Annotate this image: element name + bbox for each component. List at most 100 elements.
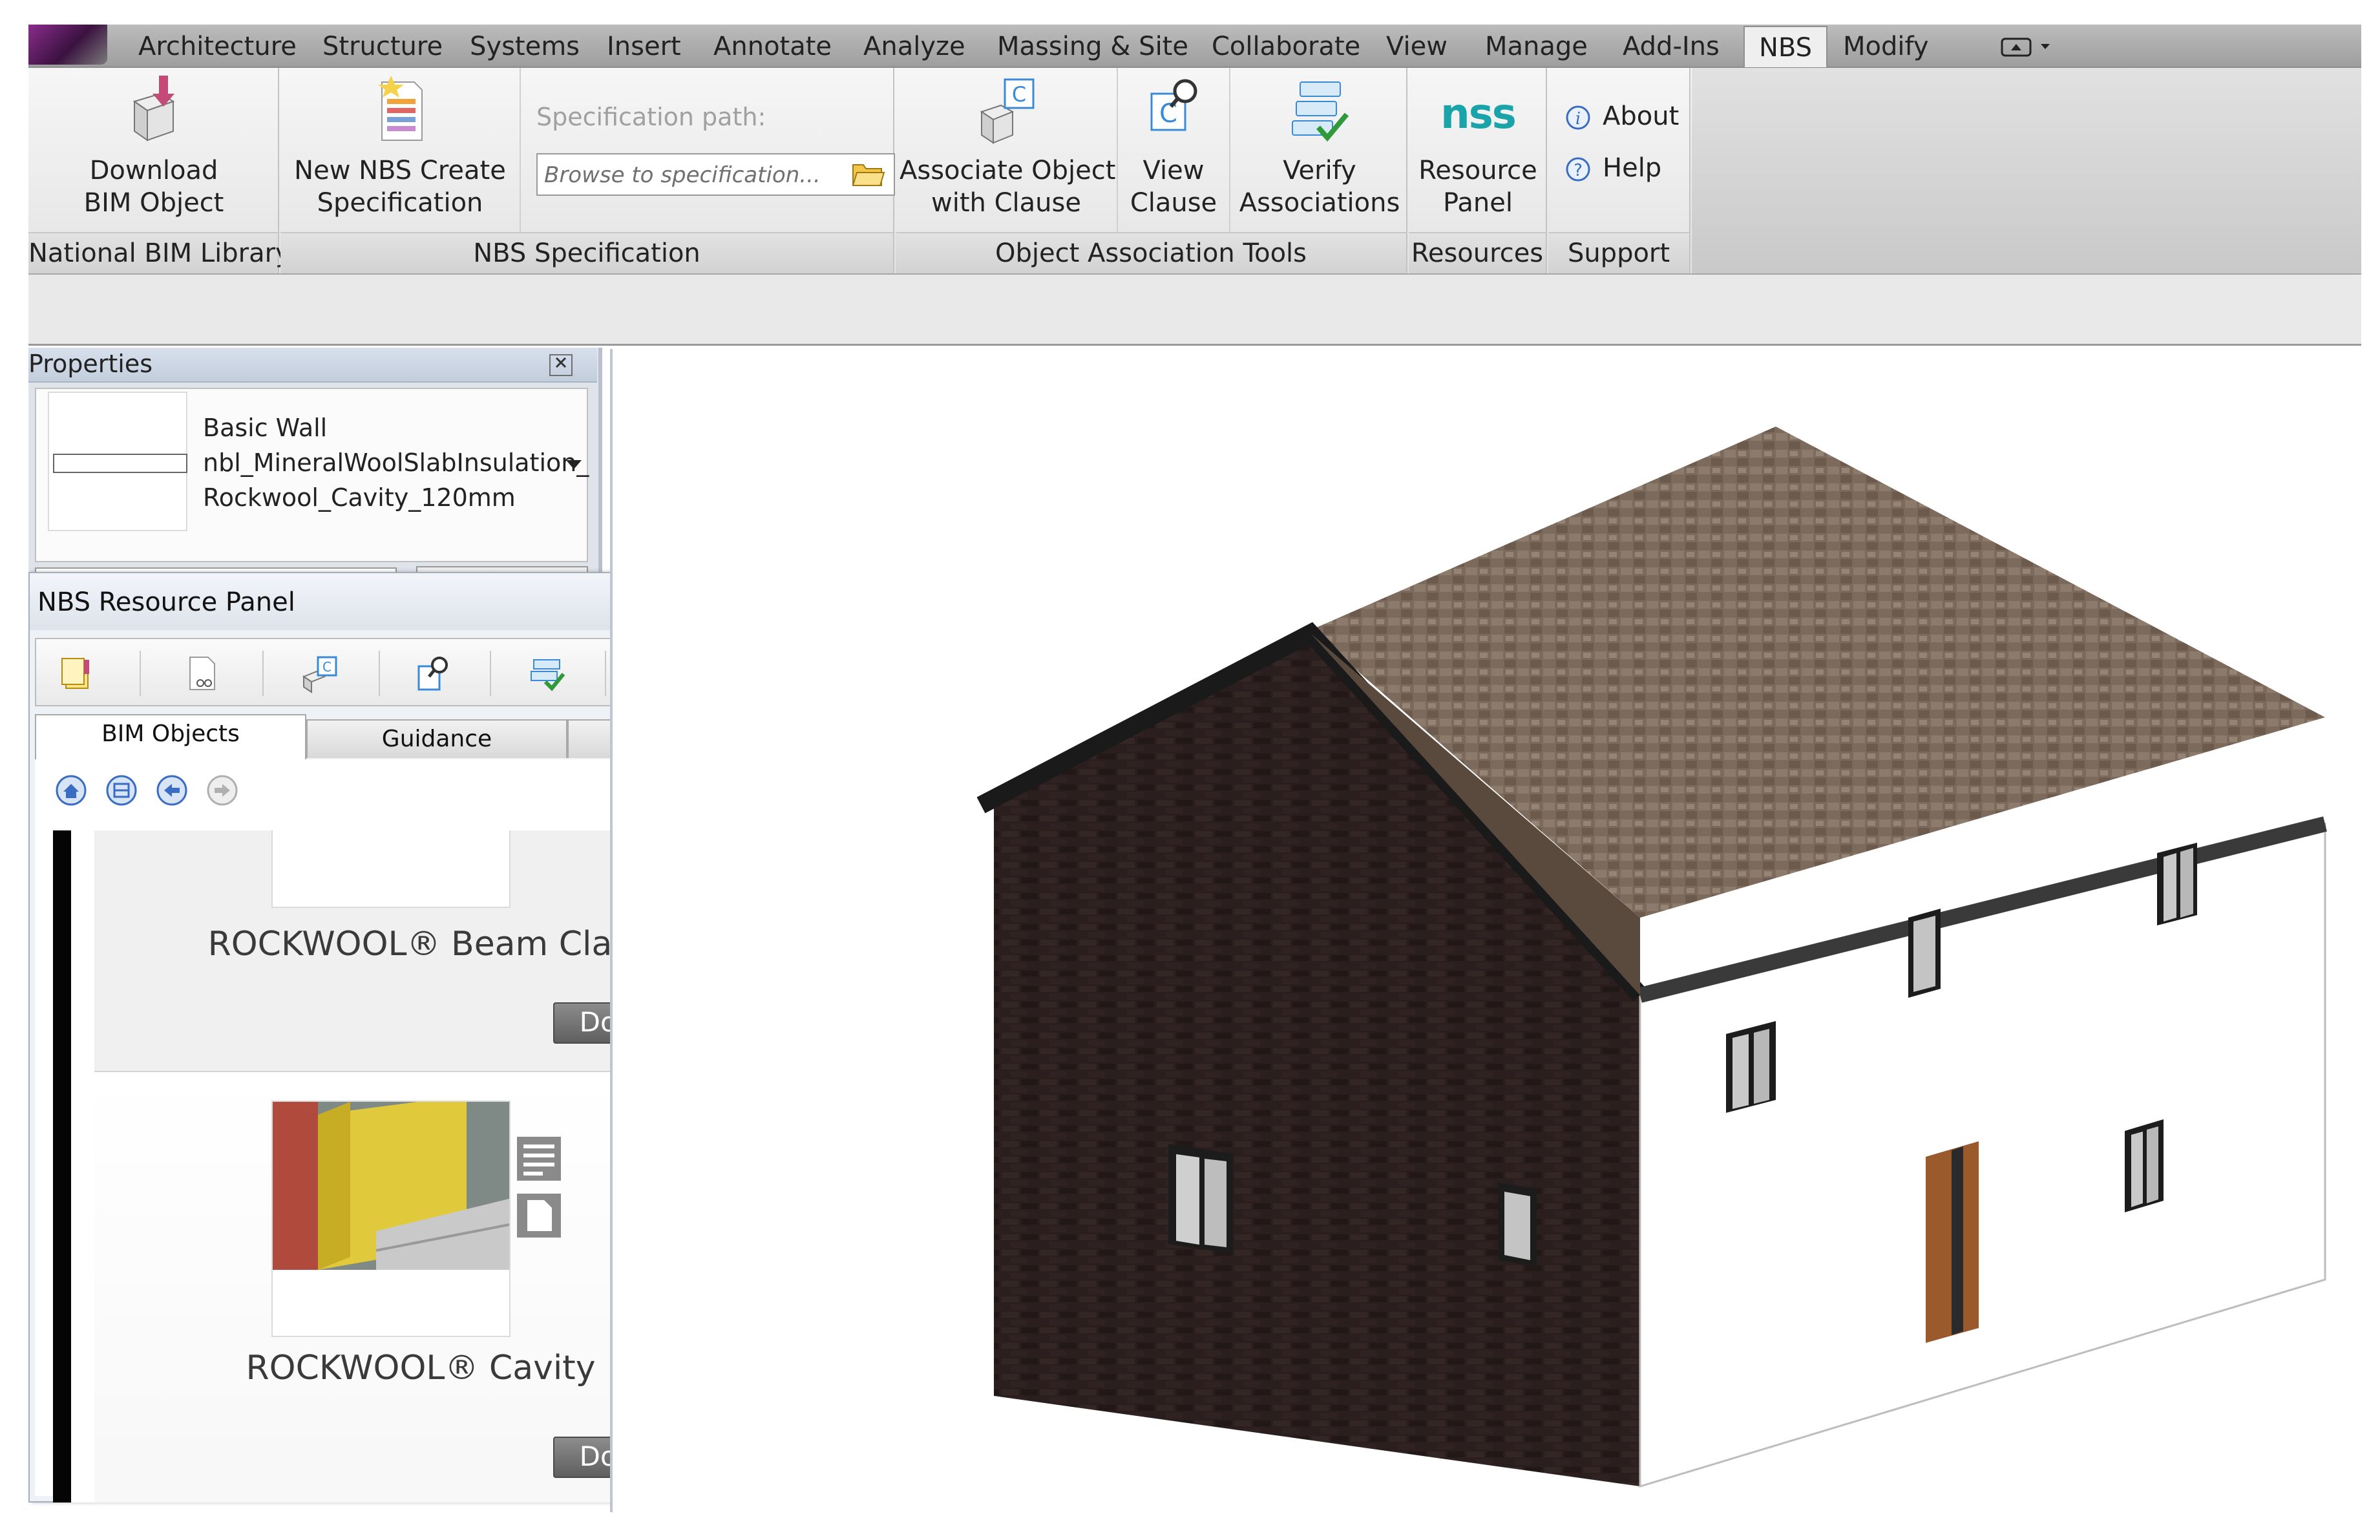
download-bim-object-icon <box>132 76 175 142</box>
tab-bim-objects[interactable]: BIM Objects <box>35 714 306 759</box>
window-pane <box>1732 1034 1749 1109</box>
panel-nbs-specification: New NBS Create Specification Specificati… <box>280 68 895 273</box>
panel-label-nbs-specification: NBS Specification <box>280 232 893 273</box>
associate-object-icon: C <box>980 78 1035 144</box>
help-question-icon: ? <box>1566 157 1590 182</box>
tab-nbs[interactable]: NBS <box>1743 26 1828 67</box>
tab-systems[interactable]: Systems <box>470 31 580 62</box>
view-clause-icon: C <box>1150 79 1197 131</box>
tab-massing-site[interactable]: Massing & Site <box>997 31 1188 62</box>
tab-guidance[interactable]: Guidance <box>306 719 567 758</box>
panel-label-support: Support <box>1548 232 1689 273</box>
nbs-logo-icon: nss <box>1440 90 1517 138</box>
svg-text:i: i <box>1575 109 1581 129</box>
options-bar <box>28 275 2361 346</box>
ribbon-empty-area <box>1692 68 2361 273</box>
window-pane <box>2147 1126 2158 1203</box>
document-icon[interactable] <box>514 1191 563 1240</box>
window-pane <box>1913 916 1935 992</box>
download-label-line1: Download <box>89 156 218 185</box>
verify-associations-button[interactable]: Verify Associations <box>1233 76 1406 219</box>
panel-divider <box>1229 68 1230 232</box>
specification-path-caption: Specification path: <box>536 103 766 131</box>
associate-object-icon[interactable]: C <box>300 653 340 693</box>
3d-view-canvas[interactable] <box>610 349 2361 1512</box>
panel-label-resources: Resources <box>1409 232 1546 273</box>
window-pane <box>1504 1192 1530 1260</box>
svg-text:?: ? <box>1574 161 1583 180</box>
tab-analyze[interactable]: Analyze <box>863 31 965 62</box>
tab-annotate[interactable]: Annotate <box>713 31 832 62</box>
new-nbs-create-specification-button[interactable]: New NBS Create Specification <box>280 76 520 219</box>
new-specification-icon[interactable] <box>182 653 222 693</box>
resource-panel-button[interactable]: nss Resource Panel <box>1411 76 1544 219</box>
chevron-down-icon[interactable] <box>566 460 582 469</box>
wall-preview-icon <box>53 454 187 473</box>
window-pane <box>1754 1029 1769 1104</box>
window-pane <box>2131 1132 2143 1207</box>
type-selector[interactable]: Basic Wall nbl_MineralWoolSlabInsulation… <box>35 388 589 562</box>
new-spec-label-line1: New NBS Create <box>294 156 506 185</box>
verify-associations-icon <box>1292 81 1349 142</box>
panel-label-object-association-tools: Object Association Tools <box>896 232 1406 273</box>
application-menu-button[interactable] <box>28 25 107 65</box>
about-info-icon: i <box>1566 105 1590 130</box>
download-bim-object-button[interactable]: Download BIM Object <box>57 76 251 219</box>
browse-folder-icon[interactable] <box>852 160 885 188</box>
tab-insert[interactable]: Insert <box>607 31 681 62</box>
view-clause-button[interactable]: C View Clause <box>1122 76 1225 219</box>
toolbar-separator <box>605 651 606 696</box>
tab-manage[interactable]: Manage <box>1485 31 1588 62</box>
about-label: About <box>1603 101 1680 131</box>
tab-view[interactable]: View <box>1386 31 1448 62</box>
rockwool-cavity-image <box>273 1095 510 1270</box>
associate-label-line1: Associate Object <box>900 156 1116 185</box>
toolbar-separator <box>262 651 264 696</box>
tab-collaborate[interactable]: Collaborate <box>1212 31 1360 62</box>
download-label-line2: BIM Object <box>83 188 224 218</box>
view-clause-label-line1: View <box>1143 156 1205 185</box>
datasheet-icon[interactable] <box>514 1134 563 1183</box>
list-left-border <box>53 830 71 1503</box>
specification-path-input[interactable]: Browse to specification... <box>536 153 895 196</box>
verify-label-line1: Verify <box>1283 156 1356 185</box>
type-name-line2: Rockwool_Cavity_120mm <box>203 483 516 512</box>
view-clause-icon[interactable] <box>414 653 454 693</box>
properties-close-button[interactable] <box>549 354 573 376</box>
panel-resources: nss Resource Panel Resources <box>1409 68 1547 273</box>
panel-support: i About ? Help Support <box>1548 68 1690 273</box>
about-button[interactable]: i About <box>1565 100 1679 132</box>
associate-object-with-clause-button[interactable]: C Associate Object with Clause <box>900 76 1116 219</box>
help-button[interactable]: ? Help <box>1565 152 1661 184</box>
svg-text:C: C <box>322 659 332 675</box>
nbs-panel-title: NBS Resource Panel <box>37 587 295 617</box>
resource-label-line2: Panel <box>1443 188 1513 218</box>
close-icon <box>555 357 567 368</box>
forward-arrow-icon[interactable] <box>205 774 239 807</box>
panel-divider <box>1117 68 1118 232</box>
window-pane <box>2164 853 2176 922</box>
type-name-line1: nbl_MineralWoolSlabInsulation_ <box>203 448 589 477</box>
tab-structure[interactable]: Structure <box>322 31 443 62</box>
door-frame <box>1952 1146 1963 1335</box>
toolbar-separator <box>490 651 491 696</box>
properties-title: Properties <box>28 348 597 383</box>
svg-text:C: C <box>1012 82 1026 107</box>
toolbar-separator <box>379 651 380 696</box>
tab-modify[interactable]: Modify <box>1843 31 1929 62</box>
home-icon[interactable] <box>54 774 88 807</box>
verify-associations-icon[interactable] <box>527 653 567 693</box>
properties-palette: Properties Basic Wall nbl_MineralWoolSla… <box>28 348 602 587</box>
associate-label-line2: with Clause <box>931 188 1081 218</box>
item-thumbnail <box>271 1095 511 1337</box>
tab-add-ins[interactable]: Add-Ins <box>1623 31 1720 62</box>
new-spec-label-line2: Specification <box>317 188 483 218</box>
ribbon-body: Download BIM Object National BIM Library… <box>28 68 2361 275</box>
ribbon-minimize-toggle[interactable] <box>2001 35 2059 64</box>
specification-path-group: Specification path: Browse to specificat… <box>521 68 895 232</box>
tab-architecture[interactable]: Architecture <box>138 31 297 62</box>
library-icon[interactable] <box>105 774 138 807</box>
back-arrow-icon[interactable] <box>155 774 189 807</box>
download-bim-object-icon[interactable] <box>59 653 100 693</box>
view-clause-label-line2: Clause <box>1130 188 1217 218</box>
